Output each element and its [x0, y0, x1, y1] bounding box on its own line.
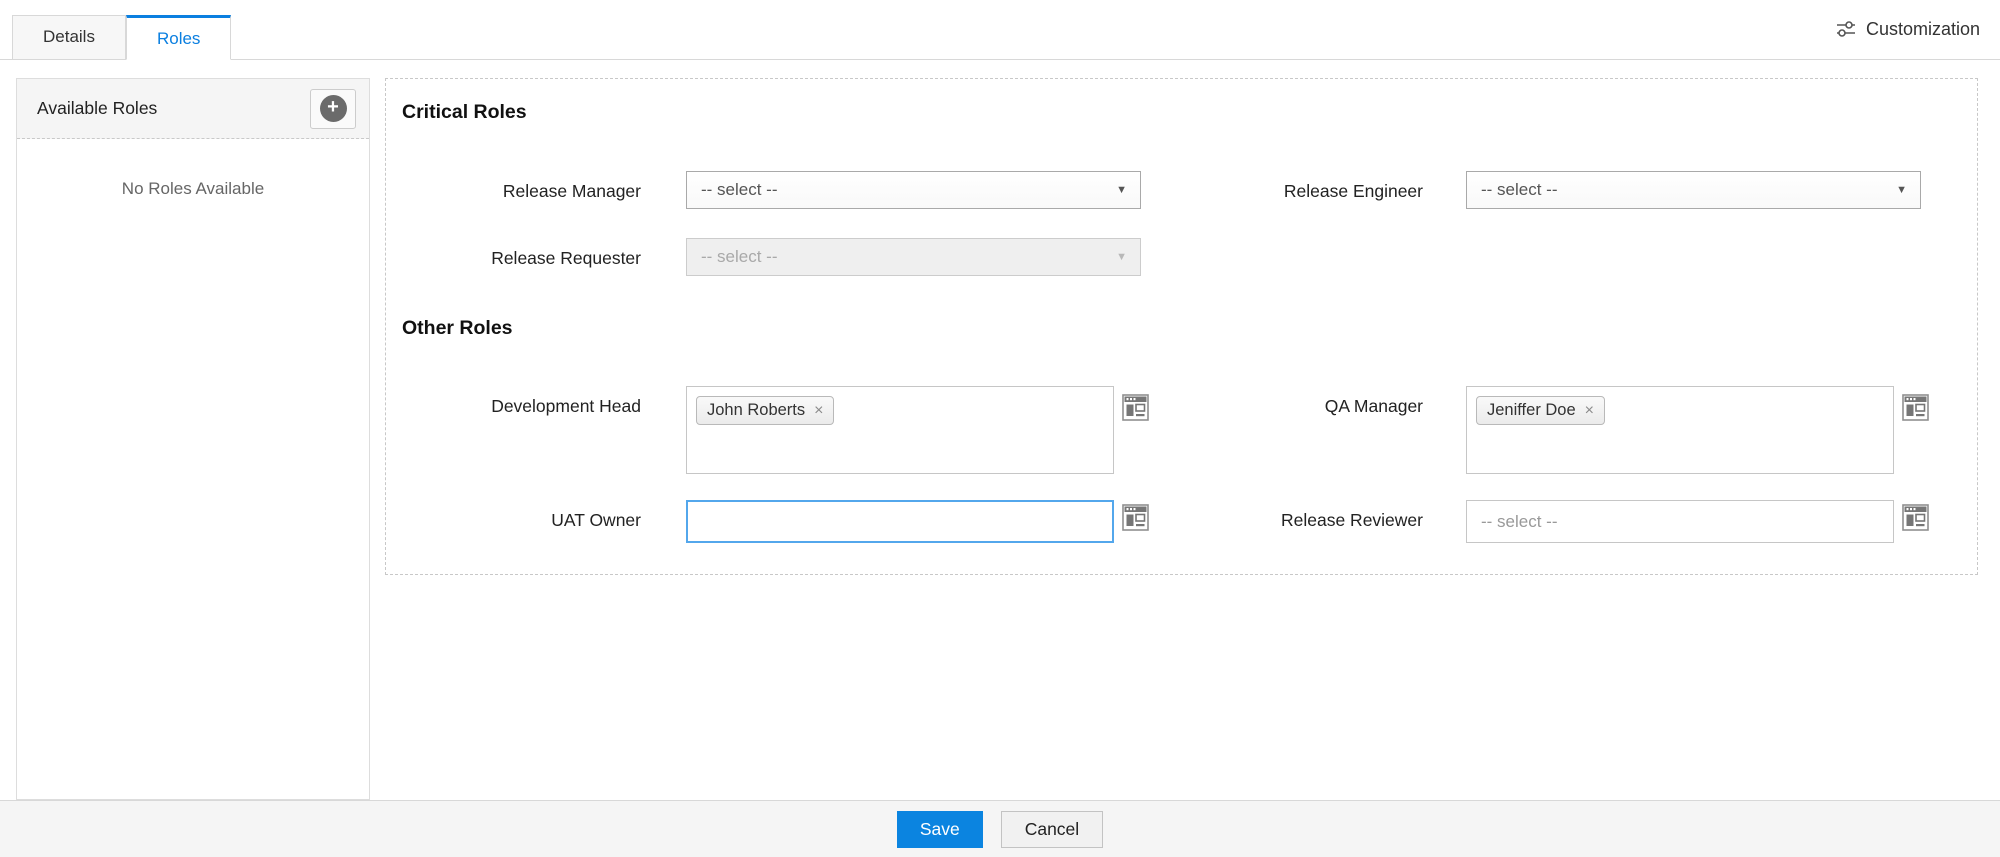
plus-icon: + — [320, 95, 347, 122]
tab-details[interactable]: Details — [12, 15, 126, 60]
development-head-picker-button[interactable] — [1122, 394, 1149, 421]
qa-manager-label: QA Manager — [1168, 396, 1423, 417]
release-requester-value: -- select -- — [701, 247, 778, 266]
chevron-down-icon: ▼ — [1116, 239, 1127, 275]
release-reviewer-input[interactable] — [1466, 500, 1894, 543]
remove-tag-icon[interactable]: × — [814, 403, 823, 419]
qa-manager-picker-button[interactable] — [1902, 394, 1929, 421]
sliders-icon — [1835, 18, 1857, 40]
release-engineer-value: -- select -- — [1481, 180, 1558, 199]
cancel-button[interactable]: Cancel — [1001, 811, 1103, 848]
tag-chip: Jeniffer Doe × — [1476, 396, 1605, 425]
development-head-input[interactable]: John Roberts × — [686, 386, 1114, 474]
uat-owner-input[interactable] — [686, 500, 1114, 543]
uat-owner-picker-button[interactable] — [1122, 504, 1149, 531]
chevron-down-icon: ▼ — [1116, 172, 1127, 208]
release-reviewer-label: Release Reviewer — [1168, 510, 1423, 531]
release-requester-select: -- select -- ▼ — [686, 238, 1141, 276]
tag-label: John Roberts — [707, 401, 805, 420]
tag-chip: John Roberts × — [696, 396, 834, 425]
user-picker-icon — [1122, 504, 1149, 531]
other-roles-title: Other Roles — [402, 317, 513, 340]
user-picker-icon — [1902, 394, 1929, 421]
development-head-label: Development Head — [386, 396, 641, 417]
save-button[interactable]: Save — [897, 811, 983, 848]
roles-form-panel: Critical Roles Release Manager -- select… — [385, 78, 1978, 575]
user-picker-icon — [1902, 504, 1929, 531]
available-roles-title: Available Roles — [37, 98, 157, 119]
available-roles-panel: Available Roles + No Roles Available — [16, 78, 370, 800]
release-engineer-select[interactable]: -- select -- ▼ — [1466, 171, 1921, 209]
uat-owner-label: UAT Owner — [386, 510, 641, 531]
release-requester-label: Release Requester — [386, 248, 641, 269]
qa-manager-input[interactable]: Jeniffer Doe × — [1466, 386, 1894, 474]
remove-tag-icon[interactable]: × — [1585, 403, 1594, 419]
available-roles-header: Available Roles + — [17, 79, 369, 139]
chevron-down-icon: ▼ — [1896, 172, 1907, 208]
no-roles-message: No Roles Available — [17, 179, 369, 199]
release-engineer-label: Release Engineer — [1168, 181, 1423, 202]
customization-button[interactable]: Customization — [1835, 18, 1980, 40]
customization-label: Customization — [1866, 19, 1980, 40]
tab-roles[interactable]: Roles — [126, 15, 231, 60]
add-role-button[interactable]: + — [310, 89, 356, 129]
critical-roles-title: Critical Roles — [402, 101, 527, 124]
release-reviewer-picker-button[interactable] — [1902, 504, 1929, 531]
user-picker-icon — [1122, 394, 1149, 421]
tabs: Details Roles — [12, 15, 231, 60]
tab-bar: Details Roles Customization — [0, 0, 2000, 60]
release-manager-label: Release Manager — [386, 181, 641, 202]
action-bar: Save Cancel — [0, 800, 2000, 857]
release-manager-select[interactable]: -- select -- ▼ — [686, 171, 1141, 209]
release-manager-value: -- select -- — [701, 180, 778, 199]
tag-label: Jeniffer Doe — [1487, 401, 1576, 420]
